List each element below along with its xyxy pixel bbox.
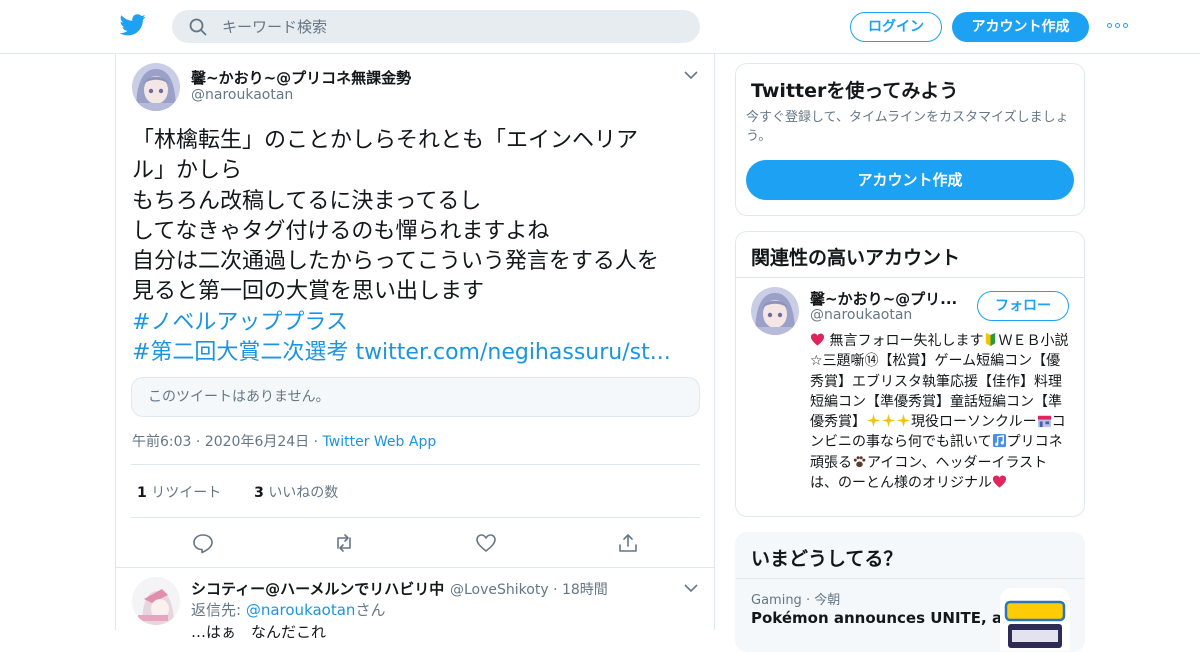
signup-button[interactable]: アカウント作成 bbox=[952, 12, 1089, 42]
search-input[interactable] bbox=[222, 10, 682, 43]
search-box[interactable] bbox=[172, 10, 700, 43]
tweet-line: 「林檎転生」のことかしらそれとも「エインヘリア bbox=[132, 128, 639, 153]
card-title: Twitterを使ってみよう bbox=[751, 80, 959, 102]
tweet-stats: 1 リツイート 3 いいねの数 bbox=[137, 482, 338, 502]
anime-avatar-icon bbox=[132, 577, 180, 625]
divider bbox=[131, 464, 700, 465]
tweet-url-link[interactable]: twitter.com/negihassuru/st... bbox=[355, 340, 670, 365]
anime-avatar-icon bbox=[132, 63, 180, 111]
reply-author-handle[interactable]: @LoveShikoty bbox=[450, 582, 549, 598]
tweet-line: ル」かしら bbox=[132, 158, 243, 184]
reply-icon[interactable] bbox=[192, 532, 214, 554]
account-bio: 無言フォロー失礼します ＷＥＢ小説☆三題噺⑭【松賞】ゲーム短編コン【優秀賞】エブリ… bbox=[810, 331, 1070, 493]
retweet-stat[interactable]: 1 リツイート bbox=[137, 485, 221, 501]
music-note-icon bbox=[992, 434, 1006, 448]
sparkles-icon bbox=[896, 414, 911, 428]
separator: · bbox=[553, 582, 562, 598]
search-icon bbox=[189, 18, 207, 36]
reply-meta: @LoveShikoty · 18時間 bbox=[450, 579, 608, 599]
top-navigation-bar: ログイン アカウント作成 bbox=[0, 0, 1200, 54]
trends-card: いまどうしてる？ Gaming · 今朝 Pokémon announces U… bbox=[735, 532, 1085, 652]
replying-to-suffix: さん bbox=[355, 601, 386, 619]
more-menu-icon[interactable] bbox=[1107, 19, 1129, 33]
hashtag-link[interactable]: #ノベルアッププラス bbox=[132, 310, 348, 335]
author-name[interactable]: 馨~かおり~@プリコネ無課金勢 bbox=[191, 67, 411, 88]
sparkles-icon bbox=[866, 414, 881, 428]
like-label: いいねの数 bbox=[268, 485, 339, 501]
follow-button[interactable]: フォロー bbox=[977, 291, 1069, 321]
account-handle[interactable]: @naroukaotan bbox=[810, 307, 912, 323]
tweet-text: 「林檎転生」のことかしらそれとも「エインヘリア ル」かしら もちろん改稿してるに… bbox=[132, 126, 702, 368]
divider bbox=[736, 277, 1084, 278]
sparkles-icon bbox=[881, 414, 896, 428]
divider bbox=[736, 578, 1084, 579]
trend-thumbnail[interactable] bbox=[1000, 588, 1070, 651]
tweet-detail-column: 馨~かおり~@プリコネ無課金勢 @naroukaotan 「林檎転生」のことかし… bbox=[115, 54, 715, 641]
trend-context: Gaming · 今朝 bbox=[751, 589, 840, 608]
avatar[interactable] bbox=[751, 287, 799, 335]
avatar[interactable] bbox=[132, 63, 180, 111]
separator: · bbox=[195, 434, 205, 450]
trend-time: 今朝 bbox=[814, 593, 841, 608]
heart-emoji-icon bbox=[992, 475, 1007, 488]
bio-text: 無言フォロー失礼します bbox=[829, 333, 984, 349]
separator: · bbox=[805, 593, 815, 608]
retweet-icon[interactable] bbox=[333, 532, 355, 554]
chevron-down-icon[interactable] bbox=[684, 583, 698, 593]
retweet-label: リツイート bbox=[151, 485, 222, 501]
tweet-line: 自分は二次通過したからってこういう発言をする人を bbox=[132, 249, 659, 275]
tweet-time[interactable]: 午前6:03 bbox=[132, 434, 191, 450]
beginner-badge-icon bbox=[986, 332, 996, 347]
bio-text: 現役ローソンクルー bbox=[911, 414, 1037, 431]
convenience-store-icon bbox=[1037, 416, 1051, 428]
trend-category: Gaming bbox=[751, 593, 802, 608]
heart-emoji-icon bbox=[810, 333, 825, 346]
card-title: いまどうしてる？ bbox=[751, 548, 903, 570]
divider bbox=[131, 517, 700, 518]
signup-button[interactable]: アカウント作成 bbox=[746, 160, 1074, 200]
game-logo-icon bbox=[1000, 588, 1070, 651]
like-count: 3 bbox=[254, 485, 264, 501]
paw-prints-icon bbox=[853, 456, 866, 467]
reply-text: …はぁ なんだこれ bbox=[191, 623, 327, 641]
anime-avatar-icon bbox=[751, 287, 799, 335]
tweet-line: 見ると第一回の大賞を思い出します bbox=[132, 279, 485, 305]
like-stat[interactable]: 3 いいねの数 bbox=[254, 485, 338, 501]
tweet-date[interactable]: 2020年6月24日 bbox=[205, 434, 309, 450]
separator: · bbox=[313, 434, 323, 450]
tweet-source-link[interactable]: Twitter Web App bbox=[323, 434, 437, 450]
tweet-metadata: 午前6:03 · 2020年6月24日 · Twitter Web App bbox=[132, 431, 436, 451]
reply-time[interactable]: 18時間 bbox=[562, 582, 608, 598]
related-accounts-card: 関連性の高いアカウント 馨~かおり~@プリ... @naroukaotan フォ… bbox=[735, 231, 1085, 517]
reply-tweet[interactable]: シコティー@ハーメルンでリハビリ中 @LoveShikoty · 18時間 返信… bbox=[116, 567, 714, 641]
trend-headline[interactable]: Pokémon announces UNITE, a bbox=[751, 609, 1002, 627]
replying-to: 返信先: @naroukaotanさん bbox=[191, 599, 385, 620]
replying-to-handle[interactable]: @naroukaotan bbox=[246, 601, 356, 619]
reply-author-name[interactable]: シコティー@ハーメルンでリハビリ中 bbox=[191, 578, 444, 599]
author-handle[interactable]: @naroukaotan bbox=[191, 87, 293, 103]
hashtag-link[interactable]: #第二回大賞二次選考 bbox=[132, 340, 348, 365]
replying-to-label: 返信先: bbox=[191, 601, 242, 619]
tweet-line: もちろん改稿してるに決まってるし bbox=[132, 188, 482, 214]
try-twitter-card: Twitterを使ってみよう 今すぐ登録して、タイムラインをカスタマイズしましょ… bbox=[735, 63, 1085, 216]
quoted-tweet-unavailable: このツイートはありません。 bbox=[131, 377, 700, 417]
card-title: 関連性の高いアカウント bbox=[751, 247, 961, 269]
twitter-bird-icon[interactable] bbox=[120, 14, 146, 36]
avatar[interactable] bbox=[132, 577, 180, 625]
share-icon[interactable] bbox=[617, 532, 639, 554]
heart-icon[interactable] bbox=[475, 532, 497, 554]
tweet-line: してなきゃタグ付けるのも憚られますよね bbox=[132, 218, 550, 244]
retweet-count: 1 bbox=[137, 485, 147, 501]
chevron-down-icon[interactable] bbox=[684, 70, 698, 80]
card-description: 今すぐ登録して、タイムラインをカスタマイズしましょう。 bbox=[746, 110, 1069, 144]
login-button[interactable]: ログイン bbox=[850, 12, 942, 42]
account-name[interactable]: 馨~かおり~@プリ... bbox=[810, 288, 957, 309]
